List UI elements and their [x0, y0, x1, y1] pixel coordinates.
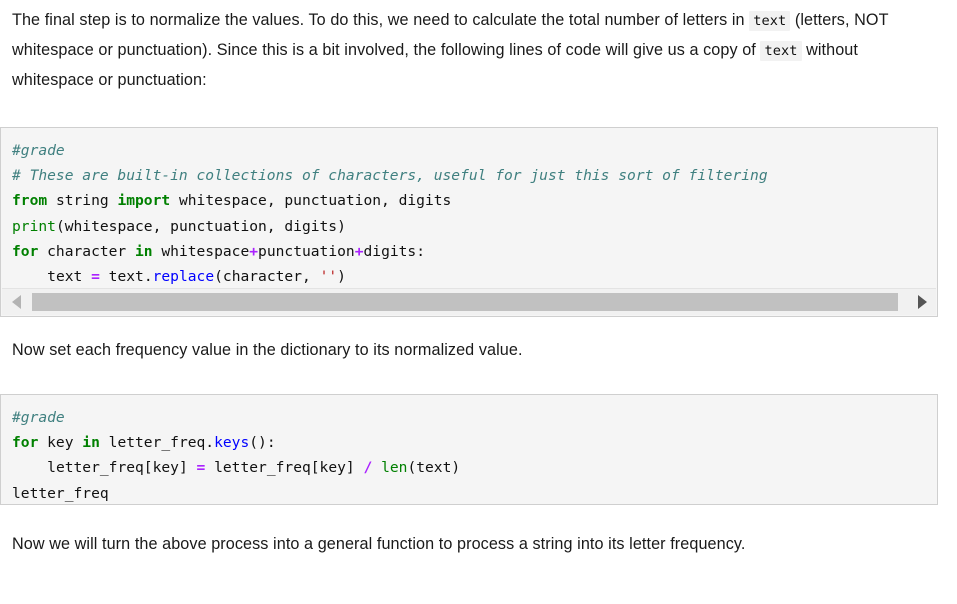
keyword-in-2: in [82, 434, 100, 452]
notebook-page: The final step is to normalize the value… [0, 0, 957, 604]
code-object-letter-freq: letter_freq. [99, 434, 215, 452]
code-loop-var-character: character [38, 242, 136, 260]
scroll-right-arrow-icon[interactable] [910, 289, 934, 315]
keyword-for-2: for [12, 434, 39, 452]
operator-equals-1: = [91, 268, 100, 286]
code-module-name: string [47, 192, 118, 210]
code-keys-call-tail: (): [249, 434, 276, 452]
inline-code-text-1: text [749, 11, 791, 31]
code-cell-1[interactable]: #grade # These are built-in collections … [0, 127, 938, 317]
code-loop-var-key: key [38, 434, 83, 452]
code-print-args: (whitespace, punctuation, digits) [55, 217, 346, 235]
operator-divide: / [363, 459, 373, 477]
paragraph-intro: The final step is to normalize the value… [12, 6, 927, 95]
code-space-1 [372, 459, 381, 476]
horizontal-scrollbar[interactable] [2, 288, 936, 315]
keyword-import: import [117, 192, 171, 210]
code-operand-digits: digits: [363, 242, 426, 260]
paragraph-intro-segment-1: The final step is to normalize the value… [12, 11, 750, 29]
code-cell-2-lines: #grade for key in letter_freq.keys(): le… [12, 405, 937, 504]
inline-code-text-2: text [760, 41, 802, 61]
code-assign-target-text: text [47, 268, 92, 286]
operator-equals-2: = [196, 459, 206, 477]
code-numerator: letter_freq[key] [205, 459, 364, 477]
code-cell-2[interactable]: #grade for key in letter_freq.keys(): le… [0, 394, 938, 505]
operator-plus-1: + [249, 242, 259, 260]
code-indent-1 [12, 268, 47, 285]
code-indent-2 [12, 459, 47, 476]
paragraph-middle: Now set each frequency value in the dict… [12, 341, 523, 359]
code-cell-1-lines: #grade # These are built-in collections … [12, 138, 937, 289]
code-object-text: text. [99, 268, 153, 286]
builtin-len: len [381, 459, 408, 477]
triangle-right-icon [917, 295, 927, 309]
keyword-for-1: for [12, 242, 39, 260]
code-operand-whitespace: whitespace [152, 242, 250, 260]
code-expression-letter-freq: letter_freq [12, 484, 109, 502]
code-len-args: (text) [407, 459, 461, 477]
string-empty: '' [319, 268, 338, 286]
code-replace-args: (character, [214, 268, 320, 286]
code-comment-builtins: # These are built-in collections of char… [12, 167, 768, 185]
paragraph-end: Now we will turn the above process into … [12, 535, 746, 553]
builtin-print: print [12, 217, 56, 235]
code-comment-grade: #grade [12, 142, 65, 159]
code-assign-target-letter-freq: letter_freq[key] [47, 459, 197, 477]
code-close-paren-1: ) [337, 268, 346, 286]
code-operand-punctuation: punctuation [258, 242, 355, 260]
operator-plus-2: + [354, 242, 364, 260]
code-import-targets: whitespace, punctuation, digits [170, 192, 452, 210]
method-replace: replace [152, 268, 215, 286]
scroll-left-arrow-icon[interactable] [4, 289, 28, 315]
code-cell-2-source[interactable]: #grade for key in letter_freq.keys(): le… [1, 395, 937, 504]
keyword-from: from [12, 192, 48, 210]
code-cell-1-source[interactable]: #grade # These are built-in collections … [1, 128, 937, 295]
triangle-left-icon [11, 295, 21, 309]
code-comment-grade-2: #grade [12, 409, 65, 426]
method-keys: keys [214, 434, 250, 452]
scrollbar-thumb[interactable] [32, 293, 898, 311]
keyword-in-1: in [135, 242, 153, 260]
